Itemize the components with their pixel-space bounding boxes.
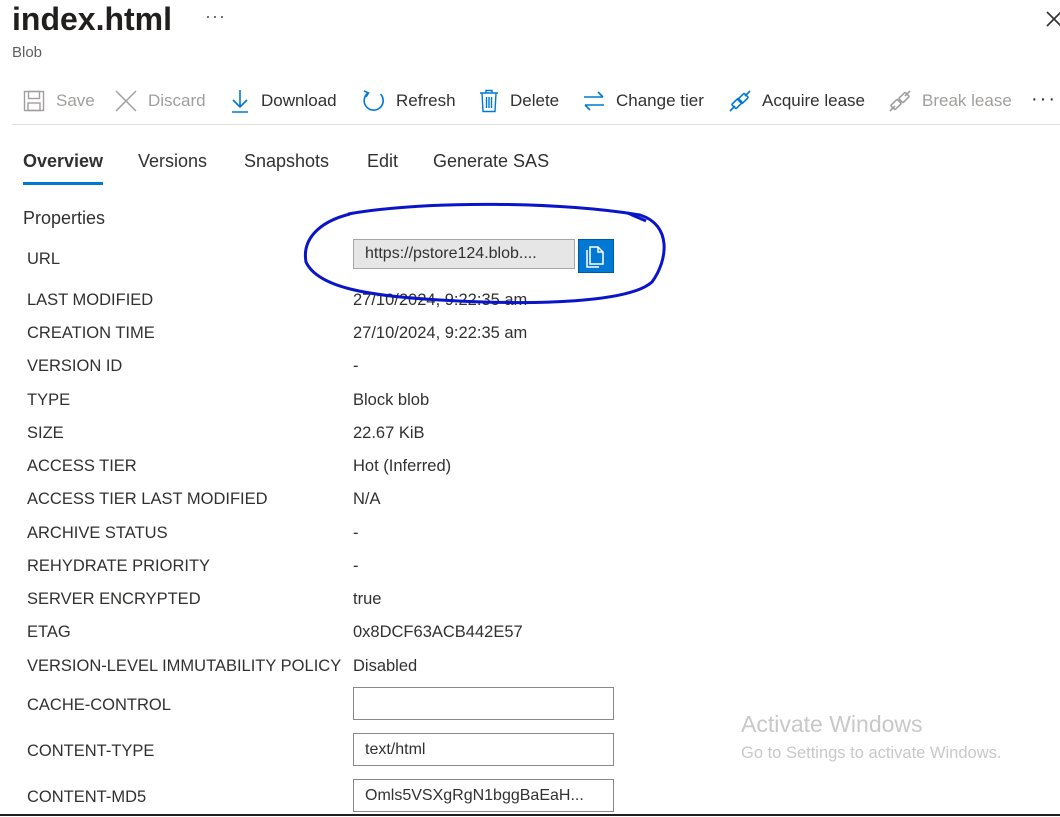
prop-value: -	[353, 357, 359, 375]
prop-label: REHYDRATE PRIORITY	[27, 557, 211, 575]
prop-label: SIZE	[27, 424, 64, 442]
close-icon[interactable]	[1043, 8, 1060, 32]
cache-control-input[interactable]	[353, 687, 614, 720]
cache-control-label: CACHE-CONTROL	[27, 696, 171, 714]
delete-icon	[480, 89, 498, 113]
prop-label: VERSION-LEVEL IMMUTABILITY POLICY	[27, 657, 342, 675]
prop-value: Disabled	[353, 657, 418, 675]
discard-label: Discard	[148, 91, 206, 110]
refresh-button[interactable]: Refresh	[362, 84, 456, 118]
acquire-lease-icon	[729, 90, 751, 112]
page-subtitle: Blob	[12, 44, 43, 61]
download-icon	[232, 90, 248, 113]
content-md5-label: CONTENT-MD5	[27, 788, 147, 806]
prop-label: VERSION ID	[27, 357, 123, 375]
prop-value: 0x8DCF63ACB442E57	[353, 623, 523, 641]
copy-url-button[interactable]	[578, 239, 614, 273]
prop-label: SERVER ENCRYPTED	[27, 590, 201, 608]
prop-value: Hot (Inferred)	[353, 457, 452, 475]
discard-button[interactable]: Discard	[114, 84, 206, 118]
command-bar: Save Discard Download Refresh Delete Cha…	[12, 84, 1060, 125]
save-button[interactable]: Save	[22, 84, 95, 118]
prop-value: -	[353, 524, 359, 542]
prop-value: Block blob	[353, 391, 430, 409]
page-title: index.html	[12, 1, 173, 37]
prop-label: ETAG	[27, 623, 71, 641]
prop-value: 27/10/2024, 9:22:35 am	[353, 291, 528, 309]
prop-value: true	[353, 590, 382, 608]
delete-label: Delete	[510, 91, 560, 110]
change-tier-icon	[584, 91, 604, 111]
discard-icon	[115, 90, 137, 112]
title-more-button[interactable]: ···	[205, 6, 226, 27]
prop-label: CREATION TIME	[27, 324, 155, 342]
activate-windows-watermark: Activate Windows	[741, 711, 923, 737]
content-type-input[interactable]: text/html	[353, 733, 614, 766]
change-tier-button[interactable]: Change tier	[582, 84, 704, 118]
refresh-label: Refresh	[396, 91, 456, 110]
tab-overview[interactable]: Overview	[23, 151, 104, 185]
save-icon	[23, 90, 45, 112]
prop-value: 22.67 KiB	[353, 424, 425, 442]
copy-icon	[586, 246, 604, 268]
save-label: Save	[56, 91, 95, 110]
activate-windows-hint: Go to Settings to activate Windows.	[741, 744, 1002, 762]
prop-value: -	[353, 557, 359, 575]
download-button[interactable]: Download	[229, 84, 337, 118]
tab-snapshots[interactable]: Snapshots	[244, 151, 329, 182]
prop-label: ACCESS TIER	[27, 457, 137, 475]
properties-heading: Properties	[23, 208, 106, 228]
tab-versions[interactable]: Versions	[138, 151, 207, 182]
prop-label: ARCHIVE STATUS	[27, 524, 168, 542]
prop-label: TYPE	[27, 391, 71, 409]
url-field[interactable]: https://pstore124.blob....	[353, 239, 575, 269]
url-label: URL	[27, 250, 61, 268]
content-md5-input[interactable]: Omls5VSXgRgN1bggBaEaH...	[353, 779, 614, 812]
prop-value: 27/10/2024, 9:22:35 am	[353, 324, 528, 342]
prop-label: LAST MODIFIED	[27, 291, 154, 309]
prop-value: N/A	[353, 490, 381, 508]
break-lease-button[interactable]: Break lease	[888, 84, 1012, 118]
more-commands-button[interactable]: ···	[1031, 82, 1057, 116]
acquire-lease-button[interactable]: Acquire lease	[728, 84, 865, 118]
prop-label: ACCESS TIER LAST MODIFIED	[27, 490, 268, 508]
break-lease-label: Break lease	[922, 91, 1012, 110]
refresh-icon	[363, 90, 384, 111]
bottom-divider	[0, 814, 1060, 816]
tab-edit[interactable]: Edit	[367, 151, 398, 182]
break-lease-icon	[889, 90, 911, 112]
content-type-label: CONTENT-TYPE	[27, 742, 155, 760]
acquire-lease-label: Acquire lease	[762, 91, 866, 110]
delete-button[interactable]: Delete	[478, 84, 559, 118]
tab-generate-sas[interactable]: Generate SAS	[433, 151, 549, 182]
download-label: Download	[261, 91, 337, 110]
change-tier-label: Change tier	[616, 91, 704, 110]
